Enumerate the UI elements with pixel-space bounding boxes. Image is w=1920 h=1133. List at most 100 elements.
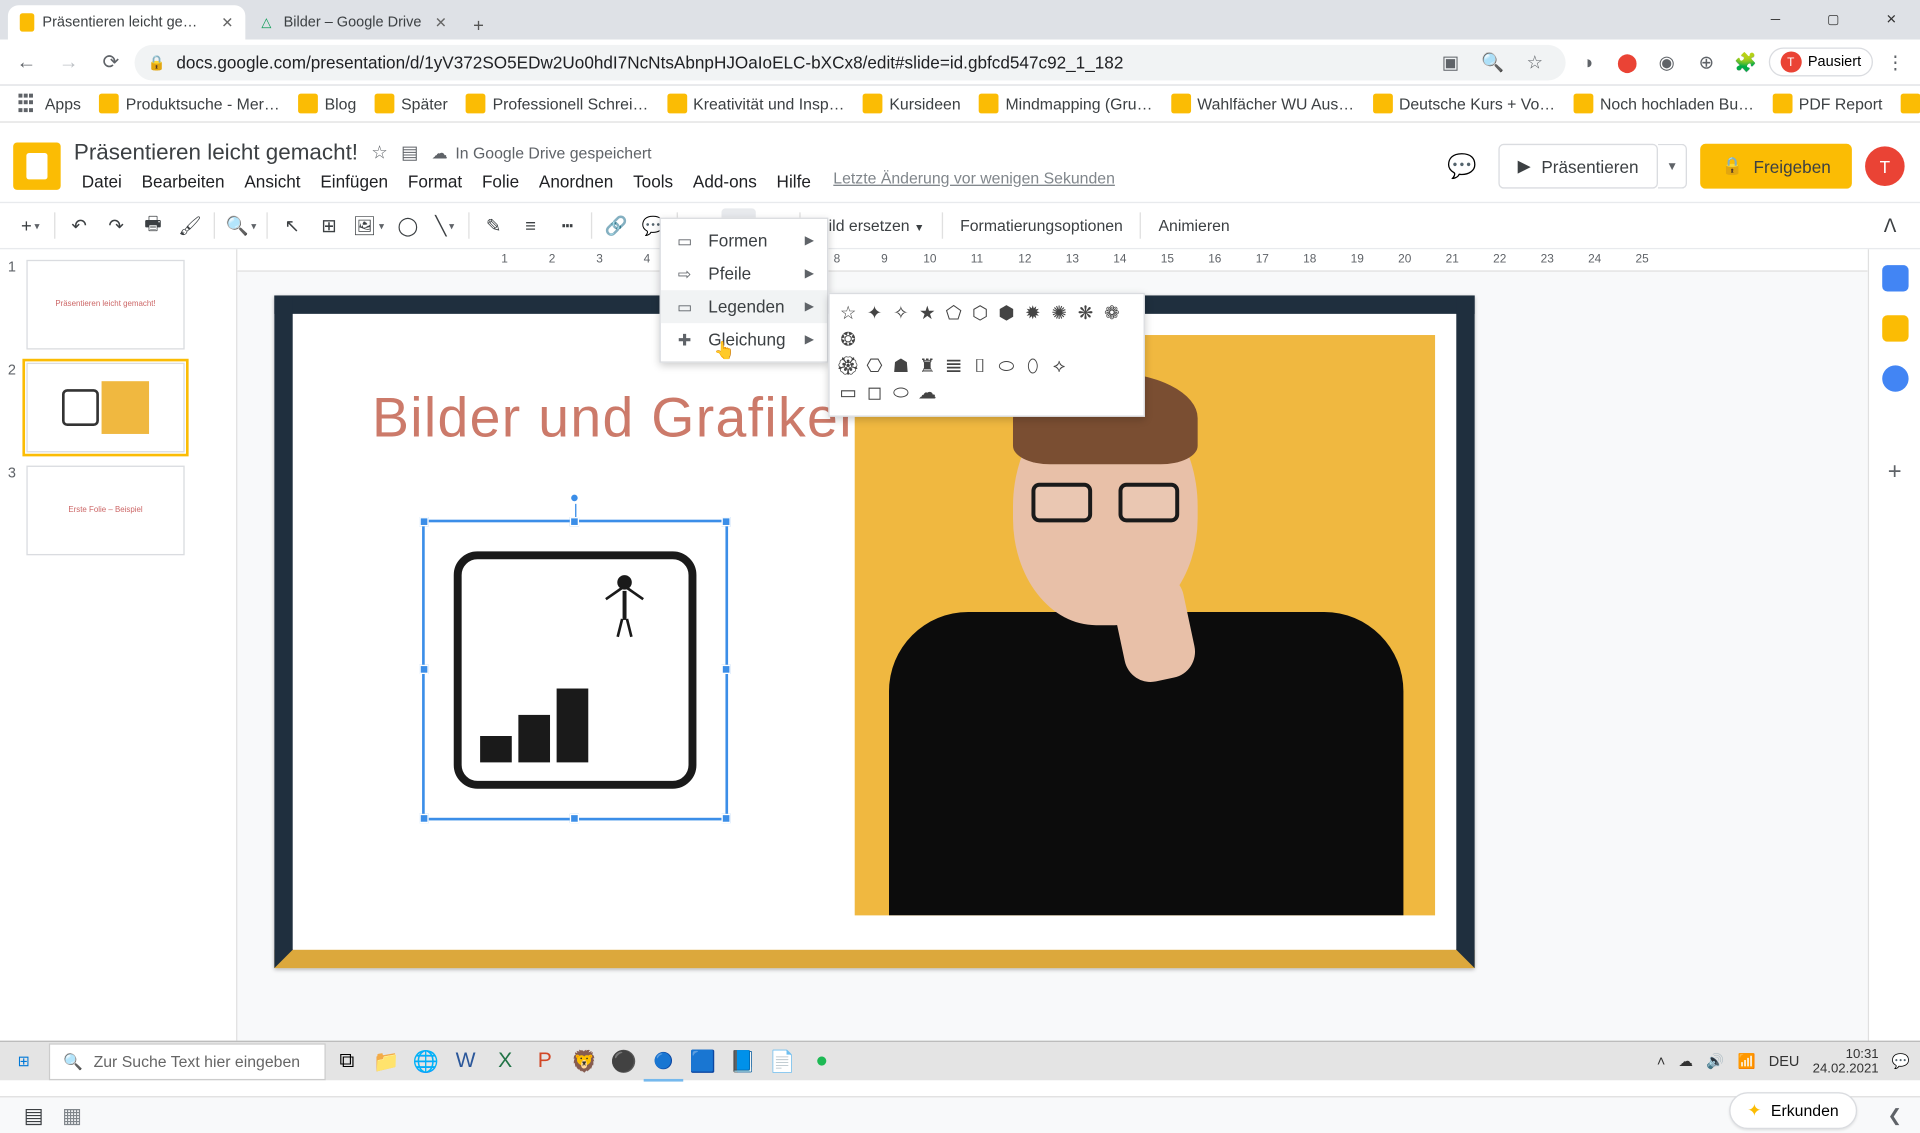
shape-button[interactable]: ◯ [391,208,425,242]
paint-format-button[interactable]: 🖌 [173,208,207,242]
account-avatar[interactable]: T [1865,146,1905,186]
file-explorer-icon[interactable]: 📁 [367,1041,407,1081]
minimize-window-icon[interactable]: ─ [1746,0,1804,40]
add-addon-icon[interactable]: + [1882,458,1908,484]
menu-file[interactable]: Datei [74,168,130,193]
slide-title-text[interactable]: Bilder und Grafiken [372,386,871,449]
thumbnail-panel[interactable]: 1Präsentieren leicht gemacht! 2 3Erste F… [0,249,237,1043]
bookmark-item[interactable]: Professionell Schrei… [458,90,656,118]
bookmark-item[interactable]: Kursideen [855,90,968,118]
clock[interactable]: 10:3124.02.2021 [1813,1047,1879,1076]
back-button[interactable]: ← [8,44,45,81]
menu-addons[interactable]: Add-ons [685,168,765,193]
address-bar[interactable]: 🔒 docs.google.com/presentation/d/1yV372S… [135,44,1566,80]
grid-view-icon[interactable]: ▦ [62,1102,82,1128]
edge-new-icon[interactable]: 🟦 [683,1041,723,1081]
language-indicator[interactable]: DEU [1769,1053,1800,1069]
shape-option[interactable]: ⬯ [1022,355,1043,376]
tasks-addon-icon[interactable] [1882,365,1908,391]
mask-menu-callouts[interactable]: ▭Legenden▶ [661,290,827,323]
notepad-icon[interactable]: 📄 [762,1041,802,1081]
document-title[interactable]: Präsentieren leicht gemacht! [74,139,358,165]
shape-option[interactable]: 𝌆 [943,355,964,376]
task-view-icon[interactable]: ⧉ [327,1041,367,1081]
bookmark-item[interactable]: Wahlfächer WU Aus… [1163,90,1362,118]
bookmark-item[interactable]: Blog [290,90,364,118]
shape-option[interactable]: ⬠ [943,302,964,323]
mask-menu-shapes[interactable]: ▭Formen▶ [661,224,827,257]
bookmark-item[interactable]: Kreativität und Insp… [659,90,853,118]
star-bookmark-icon[interactable]: ☆ [1518,45,1552,79]
bookmark-item[interactable]: Produktsuche - Mer… [91,90,287,118]
shape-option[interactable]: ✧ [890,302,911,323]
format-options-button[interactable]: Formatierungsoptionen [950,216,1134,234]
edge-icon[interactable]: 🌐 [406,1041,446,1081]
zoom-icon[interactable]: 🔍 [1475,45,1509,79]
menu-view[interactable]: Ansicht [236,168,308,193]
extensions-menu-icon[interactable]: 🧩 [1729,45,1763,79]
menu-help[interactable]: Hilfe [769,168,819,193]
close-tab-icon[interactable]: ✕ [435,14,447,31]
border-color-button[interactable]: ✎ [476,208,510,242]
shape-option[interactable]: ⬢ [996,302,1017,323]
line-button[interactable]: ╲ [428,208,462,242]
undo-button[interactable]: ↶ [62,208,96,242]
word-icon[interactable]: W [446,1041,486,1081]
spotify-icon[interactable]: ● [802,1041,842,1081]
image-insert-button[interactable]: 🖼 [349,208,388,242]
forward-button[interactable]: → [50,44,87,81]
brave-icon[interactable]: 🦁 [565,1041,605,1081]
slide-thumb-1[interactable]: Präsentieren leicht gemacht! [26,260,184,350]
bookmark-item[interactable]: Mindmapping (Gru… [971,90,1160,118]
slides-logo-icon[interactable] [13,142,60,189]
reload-button[interactable]: ⟳ [92,44,129,81]
shape-option[interactable]: ☗ [890,355,911,376]
menu-edit[interactable]: Bearbeiten [134,168,233,193]
resize-handle[interactable] [721,814,730,823]
border-dash-button[interactable]: ┅ [550,208,584,242]
shape-option[interactable]: ◻ [864,381,885,402]
last-edit-link[interactable]: Letzte Änderung vor wenigen Sekunden [833,168,1115,193]
menu-arrange[interactable]: Anordnen [531,168,621,193]
volume-tray-icon[interactable]: 🔊 [1706,1053,1724,1070]
textbox-button[interactable]: ⊞ [312,208,346,242]
shape-option[interactable]: ⬡ [969,302,990,323]
bookmark-item[interactable]: Später [367,90,456,118]
collapse-toolbar-icon[interactable]: ᐱ [1873,208,1907,242]
shape-option[interactable]: ⬭ [996,355,1017,376]
notifications-tray-icon[interactable]: 💬 [1892,1053,1910,1070]
browser-tab-active[interactable]: Präsentieren leicht gemacht! - G ✕ [8,5,245,39]
shape-option[interactable]: ☆ [838,302,859,323]
star-icon[interactable]: ☆ [371,141,388,163]
shape-option[interactable]: ❋ [1075,302,1096,323]
new-tab-button[interactable]: + [464,11,493,40]
link-button[interactable]: 🔗 [599,208,633,242]
close-tab-icon[interactable]: ✕ [221,14,233,31]
shape-option[interactable]: ✦ [864,302,885,323]
shape-option[interactable]: ❂ [838,328,859,349]
selected-image[interactable] [422,520,728,821]
menu-slide[interactable]: Folie [474,168,527,193]
shape-option[interactable]: ⌷ [969,355,990,376]
close-window-icon[interactable]: ✕ [1862,0,1920,40]
excel-icon[interactable]: X [485,1041,525,1081]
shape-option[interactable]: ♜ [917,355,938,376]
slide-thumb-2[interactable] [26,363,184,453]
border-weight-button[interactable]: ≡ [513,208,547,242]
move-icon[interactable]: ▤ [401,141,418,163]
obs-icon[interactable]: ⚫ [604,1041,644,1081]
new-slide-button[interactable]: + [13,208,47,242]
shape-option[interactable]: ★ [917,302,938,323]
shape-option[interactable]: ⬭ [890,381,911,402]
start-button[interactable]: ⊞ [0,1041,47,1081]
maximize-window-icon[interactable]: ▢ [1804,0,1862,40]
expand-notes-icon[interactable]: ❮ [1888,1105,1902,1126]
chrome-menu-icon[interactable]: ⋮ [1878,45,1912,79]
shape-option[interactable]: ⟡ [1049,355,1070,376]
shape-option[interactable]: ☁ [917,381,938,402]
filmstrip-view-icon[interactable]: ▤ [24,1102,44,1128]
share-button[interactable]: 🔒Freigeben [1701,144,1852,189]
apps-shortcut[interactable]: Apps [11,90,89,118]
shape-option[interactable]: ✺ [1049,302,1070,323]
rotate-handle[interactable] [570,493,579,502]
